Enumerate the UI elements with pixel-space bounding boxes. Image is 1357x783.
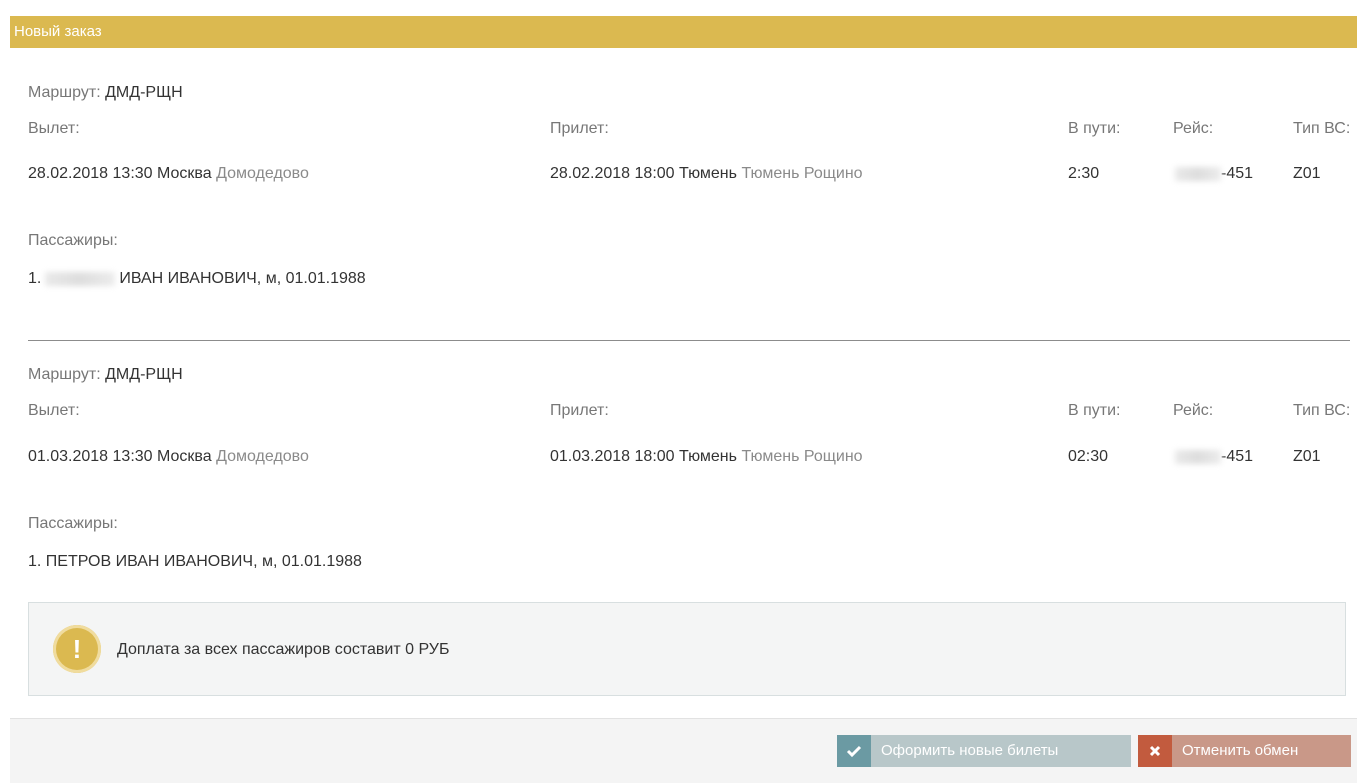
duration-label: В пути: bbox=[1068, 402, 1121, 419]
checkmark-icon bbox=[837, 735, 871, 767]
duration-value: 02:30 bbox=[1068, 448, 1109, 465]
departure-city: Москва bbox=[157, 165, 212, 182]
flight-number: -451 bbox=[1221, 448, 1254, 465]
departure-datetime: 28.02.2018 13:30 bbox=[28, 165, 153, 182]
dialog-footer: Оформить новые билеты Отменить обмен bbox=[10, 718, 1357, 783]
passengers-label: Пассажиры: bbox=[28, 515, 118, 532]
arrival-datetime: 28.02.2018 18:00 bbox=[550, 165, 675, 182]
arrival-city: Тюмень bbox=[679, 448, 737, 465]
segment-divider bbox=[28, 340, 1350, 341]
route-row: Маршрут: ДМД-РЩН bbox=[28, 364, 183, 386]
route-value: ДМД-РЩН bbox=[105, 84, 183, 101]
issue-new-tickets-button[interactable]: Оформить новые билеты bbox=[837, 735, 1131, 767]
cancel-exchange-button[interactable]: Отменить обмен bbox=[1138, 735, 1351, 767]
passenger-details: ИВАН ИВАНОВИЧ, м, 01.01.1988 bbox=[119, 270, 366, 287]
arrival-datetime: 01.03.2018 18:00 bbox=[550, 448, 675, 465]
arrival-label: Прилет: bbox=[550, 402, 609, 419]
redacted-carrier-code bbox=[1175, 449, 1221, 464]
arrival-info: 28.02.2018 18:00 Тюмень Тюмень Рощино bbox=[550, 163, 863, 185]
aircraft-label: Тип ВС: bbox=[1293, 402, 1351, 419]
route-value: ДМД-РЩН bbox=[105, 366, 183, 383]
departure-datetime: 01.03.2018 13:30 bbox=[28, 448, 153, 465]
redacted-carrier-code bbox=[1175, 166, 1221, 181]
route-row: Маршрут: ДМД-РЩН bbox=[28, 82, 183, 104]
departure-airport: Домодедово bbox=[216, 165, 309, 182]
passengers-label: Пассажиры: bbox=[28, 232, 118, 249]
departure-info: 28.02.2018 13:30 Москва Домодедово bbox=[28, 163, 309, 185]
aircraft-value: Z01 bbox=[1293, 448, 1321, 465]
flight-value: -451 bbox=[1175, 163, 1253, 185]
cancel-exchange-label: Отменить обмен bbox=[1182, 742, 1299, 759]
passenger-index: 1. bbox=[28, 270, 42, 287]
departure-label: Вылет: bbox=[28, 120, 80, 137]
aircraft-value: Z01 bbox=[1293, 165, 1321, 182]
departure-info: 01.03.2018 13:30 Москва Домодедово bbox=[28, 446, 309, 468]
duration-value: 2:30 bbox=[1068, 165, 1100, 182]
dialog-title: Новый заказ bbox=[10, 16, 1357, 48]
dialog-content: Маршрут: ДМД-РЩН Вылет: Прилет: В пути: … bbox=[10, 48, 1357, 720]
arrival-airport: Тюмень Рощино bbox=[741, 165, 863, 182]
passenger-row: 1. ПЕТРОВ ИВАН ИВАНОВИЧ, м, 01.01.1988 bbox=[28, 553, 362, 570]
arrival-airport: Тюмень Рощино bbox=[741, 448, 863, 465]
close-icon bbox=[1138, 735, 1172, 767]
redacted-surname bbox=[45, 271, 116, 286]
arrival-city: Тюмень bbox=[679, 165, 737, 182]
duration-label: В пути: bbox=[1068, 120, 1121, 137]
flight-label: Рейс: bbox=[1173, 120, 1214, 137]
passenger-row: 1. ИВАН ИВАНОВИЧ, м, 01.01.1988 bbox=[28, 268, 366, 290]
surcharge-alert: ! Доплата за всех пассажиров составит 0 … bbox=[28, 602, 1346, 696]
new-order-dialog: Новый заказ Маршрут: ДМД-РЩН Вылет: Прил… bbox=[0, 0, 1357, 783]
issue-new-tickets-label: Оформить новые билеты bbox=[881, 742, 1059, 759]
departure-airport: Домодедово bbox=[216, 448, 309, 465]
aircraft-label: Тип ВС: bbox=[1293, 120, 1351, 137]
flight-number: -451 bbox=[1221, 165, 1254, 182]
flight-label: Рейс: bbox=[1173, 402, 1214, 419]
exclamation-icon: ! bbox=[53, 625, 101, 673]
route-label: Маршрут: bbox=[28, 366, 101, 383]
arrival-label: Прилет: bbox=[550, 120, 609, 137]
departure-city: Москва bbox=[157, 448, 212, 465]
departure-label: Вылет: bbox=[28, 402, 80, 419]
flight-value: -451 bbox=[1175, 446, 1253, 468]
route-label: Маршрут: bbox=[28, 84, 101, 101]
surcharge-text: Доплата за всех пассажиров составит 0 РУ… bbox=[117, 641, 450, 658]
arrival-info: 01.03.2018 18:00 Тюмень Тюмень Рощино bbox=[550, 446, 863, 468]
